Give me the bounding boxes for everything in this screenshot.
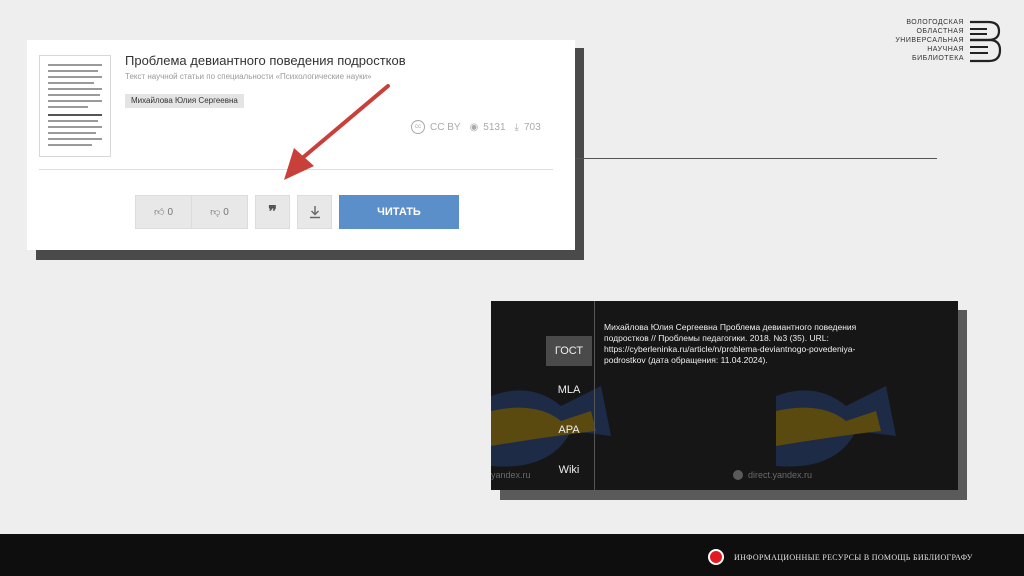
views-count: 5131 [483,121,506,133]
yandex-icon [733,470,743,480]
like-button[interactable]: 👍︎ 0 [135,195,191,229]
library-logo-text: ВОЛОГОДСКАЯ ОБЛАСТНАЯ УНИВЕРСАЛЬНАЯ НАУЧ… [895,19,964,62]
download-small-icon: ⤓ [514,121,519,133]
quote-icon: ❞ [268,204,277,221]
tab-wiki[interactable]: Wiki [546,455,592,485]
author-tag[interactable]: Михайлова Юлия Сергеевна [125,94,244,108]
horizontal-rule [575,158,937,159]
thumbs-up-icon: 👍︎ [153,207,165,218]
article-thumbnail[interactable] [39,55,111,157]
citation-tab-divider [594,301,595,490]
article-subtitle: Текст научной статьи по специальности «П… [125,72,372,81]
dislike-count: 0 [223,206,229,218]
citation-text[interactable]: Михайлова Юлия Сергеевна Проблема девиан… [604,322,864,366]
download-button[interactable] [297,195,332,229]
article-meta: cc CC BY ◉ 5131 ⤓ 703 [411,120,541,134]
library-logo-icon [970,20,1002,63]
license-label: CC BY [430,121,461,133]
background-ad-label-left: yandex.ru [491,470,531,480]
cc-license-icon: cc [411,120,425,134]
download-icon [309,206,320,219]
tab-mla[interactable]: MLA [546,375,592,405]
footer-bar: ИНФОРМАЦИОННЫЕ РЕСУРСЫ В ПОМОЩЬ БИБЛИОГР… [0,534,1024,576]
eye-icon: ◉ [469,121,479,133]
tab-apa[interactable]: APA [546,415,592,445]
thumbs-down-icon: 👎︎ [210,207,221,218]
tab-gost[interactable]: ГОСТ [546,336,592,366]
like-count: 0 [167,206,173,218]
footer-caption: ИНФОРМАЦИОННЫЕ РЕСУРСЫ В ПОМОЩЬ БИБЛИОГР… [734,553,973,562]
cite-button[interactable]: ❞ [255,195,290,229]
downloads-count: 703 [523,121,541,133]
article-title[interactable]: Проблема девиантного поведения подростко… [125,53,406,68]
red-dot-icon [708,549,724,565]
read-button[interactable]: ЧИТАТЬ [339,195,459,229]
dislike-button[interactable]: 👎︎ 0 [191,195,248,229]
citation-panel: yandex.ru direct.yandex.ru ГОСТ MLA APA … [491,301,958,490]
background-ad-label-right: direct.yandex.ru [733,470,812,480]
red-arrow-annotation [284,84,390,180]
